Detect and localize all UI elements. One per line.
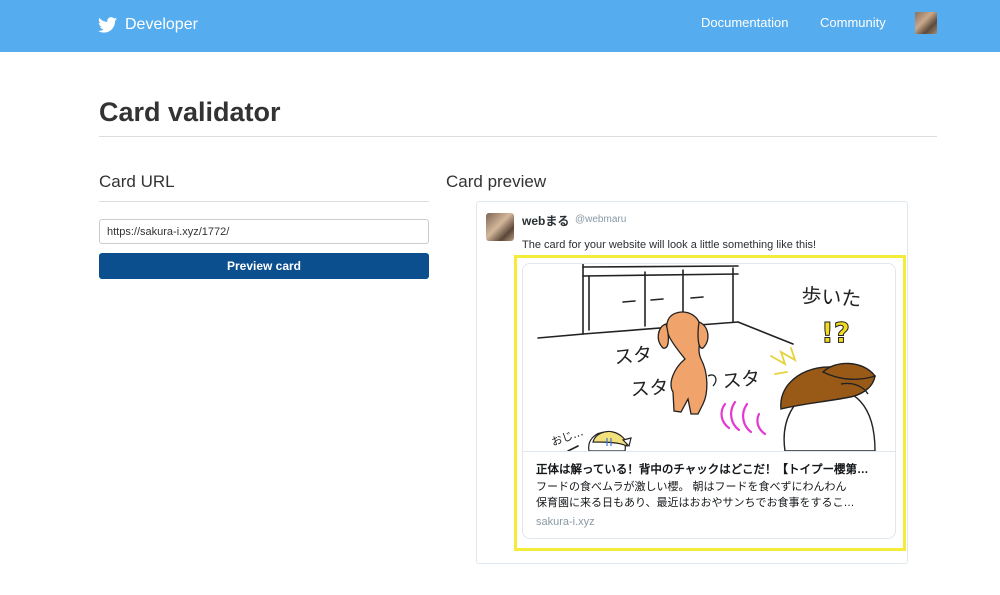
card-url-input[interactable] [99,219,429,244]
card-url-divider [99,201,429,202]
card-description-line-1: フードの食べムラが激しい櫻。 朝はフードを食べずにわんわん [536,481,847,493]
brand[interactable]: Developer [98,12,198,38]
illustration-text-sta-1: スタ [613,343,653,369]
brand-label: Developer [125,16,198,33]
illustration-text-walk: 歩いた [801,283,863,311]
illustration-text-sta-2: スタ [630,376,669,401]
summary-card[interactable]: 歩いた !? スタ スタ スタ おじ… 正体は解っている！背中のチャックはどこだ… [522,263,896,539]
nav-documentation-link[interactable]: Documentation [701,15,788,30]
card-illustration: 歩いた !? スタ スタ スタ おじ… [523,264,895,452]
illustration-text-small: おじ… [550,425,585,449]
card-title: 正体は解っている！背中のチャックはどこだ！【トイプー櫻第… [536,464,869,476]
tweet-handle: @webmaru [575,214,627,225]
illustration-text-exclaim: !? [821,316,850,349]
nav-community-link[interactable]: Community [820,15,886,30]
twitter-bird-icon [98,17,117,33]
tweet-text: The card for your website will look a li… [522,239,817,251]
card-description: フードの食べムラが激しい櫻。 朝はフードを食べずにわんわん 保育園に来る日もあり… [536,480,884,511]
card-url-heading: Card URL [99,172,175,191]
title-divider [99,136,937,137]
illustration-text-sta-3: スタ [721,367,761,393]
preview-card-button[interactable]: Preview card [99,253,429,279]
user-avatar[interactable] [915,12,937,34]
tweet-display-name: webまる [522,214,570,228]
card-description-line-2: 保育園に来る日もあり、最近はおおやサンちでお食事をするこ… [536,496,855,509]
card-domain: sakura-i.xyz [536,516,595,528]
card-preview-heading: Card preview [446,172,547,191]
top-navigation-bar: Developer Documentation Community [0,0,1000,52]
tweet-avatar [486,213,514,241]
page-title: Card validator [99,97,281,127]
